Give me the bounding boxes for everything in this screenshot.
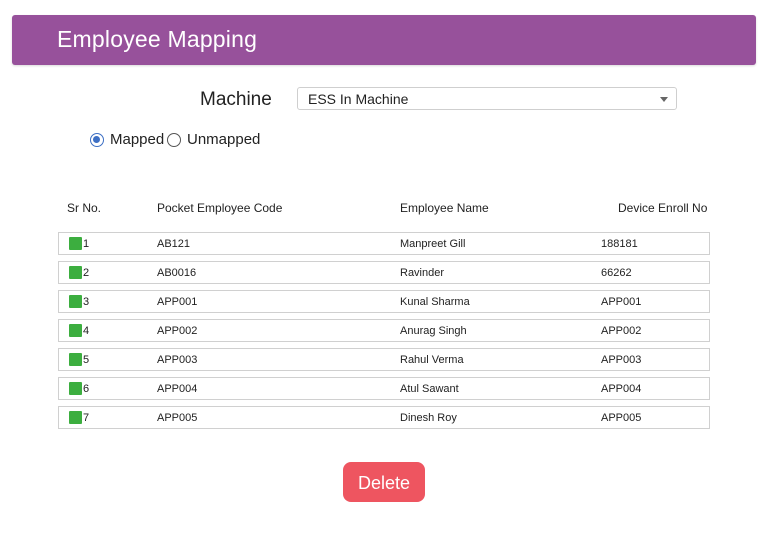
cell-employee-name: Rahul Verma xyxy=(400,354,464,366)
row-checkbox[interactable] xyxy=(69,324,82,337)
cell-device-enroll-no: APP004 xyxy=(601,383,642,395)
cell-sr-no: 5 xyxy=(83,354,90,366)
machine-label: Machine xyxy=(200,89,272,110)
machine-select[interactable]: ESS In Machine xyxy=(297,87,677,110)
cell-sr-no: 4 xyxy=(83,325,90,337)
radio-unmapped-label: Unmapped xyxy=(187,131,261,148)
cell-employee-code: AB121 xyxy=(157,238,191,250)
row-checkbox[interactable] xyxy=(69,411,82,424)
cell-sr-no: 2 xyxy=(83,267,90,279)
row-checkbox[interactable] xyxy=(69,295,82,308)
cell-employee-code: APP002 xyxy=(157,325,198,337)
column-header-sr-no: Sr No. xyxy=(67,201,102,215)
row-checkbox[interactable] xyxy=(69,382,82,395)
cell-device-enroll-no: 66262 xyxy=(601,267,632,279)
table-row: 2 AB0016 Ravinder 66262 xyxy=(58,261,710,284)
cell-employee-name: Kunal Sharma xyxy=(400,296,470,308)
cell-device-enroll-no: APP005 xyxy=(601,412,642,424)
delete-button[interactable]: Delete xyxy=(343,462,425,502)
table-row: 5 APP003 Rahul Verma APP003 xyxy=(58,348,710,371)
cell-sr-no: 3 xyxy=(83,296,90,308)
cell-device-enroll-no: APP003 xyxy=(601,354,642,366)
radio-mapped-label: Mapped xyxy=(110,131,165,148)
cell-sr-no: 7 xyxy=(83,412,90,424)
table-row: 4 APP002 Anurag Singh APP002 xyxy=(58,319,710,342)
column-header-employee-name: Employee Name xyxy=(400,201,489,215)
cell-device-enroll-no: APP002 xyxy=(601,325,642,337)
cell-employee-name: Ravinder xyxy=(400,267,445,279)
row-checkbox[interactable] xyxy=(69,237,82,250)
cell-device-enroll-no: 188181 xyxy=(601,238,638,250)
row-checkbox[interactable] xyxy=(69,266,82,279)
cell-employee-name: Anurag Singh xyxy=(400,325,467,337)
cell-device-enroll-no: APP001 xyxy=(601,296,642,308)
column-header-pocket-employee-code: Pocket Employee Code xyxy=(157,201,283,215)
radio-checked-icon xyxy=(90,133,104,147)
row-checkbox[interactable] xyxy=(69,353,82,366)
cell-employee-name: Dinesh Roy xyxy=(400,412,457,424)
cell-employee-code: APP004 xyxy=(157,383,198,395)
radio-unchecked-icon xyxy=(167,133,181,147)
table-row: 1 AB121 Manpreet Gill 188181 xyxy=(58,232,710,255)
cell-employee-code: APP005 xyxy=(157,412,198,424)
page-header: Employee Mapping xyxy=(12,15,756,65)
column-header-device-enroll-no: Device Enroll No xyxy=(618,201,708,215)
table-row: 3 APP001 Kunal Sharma APP001 xyxy=(58,290,710,313)
cell-employee-name: Atul Sawant xyxy=(400,383,459,395)
chevron-down-icon xyxy=(660,97,668,102)
cell-employee-code: APP001 xyxy=(157,296,198,308)
page-title: Employee Mapping xyxy=(57,26,258,52)
cell-employee-code: APP003 xyxy=(157,354,198,366)
table-row: 7 APP005 Dinesh Roy APP005 xyxy=(58,406,710,429)
cell-employee-name: Manpreet Gill xyxy=(400,238,466,250)
cell-employee-code: AB0016 xyxy=(157,267,197,279)
cell-sr-no: 6 xyxy=(83,383,90,395)
machine-select-value: ESS In Machine xyxy=(308,91,409,107)
cell-sr-no: 1 xyxy=(83,238,90,250)
table-row: 6 APP004 Atul Sawant APP004 xyxy=(58,377,710,400)
